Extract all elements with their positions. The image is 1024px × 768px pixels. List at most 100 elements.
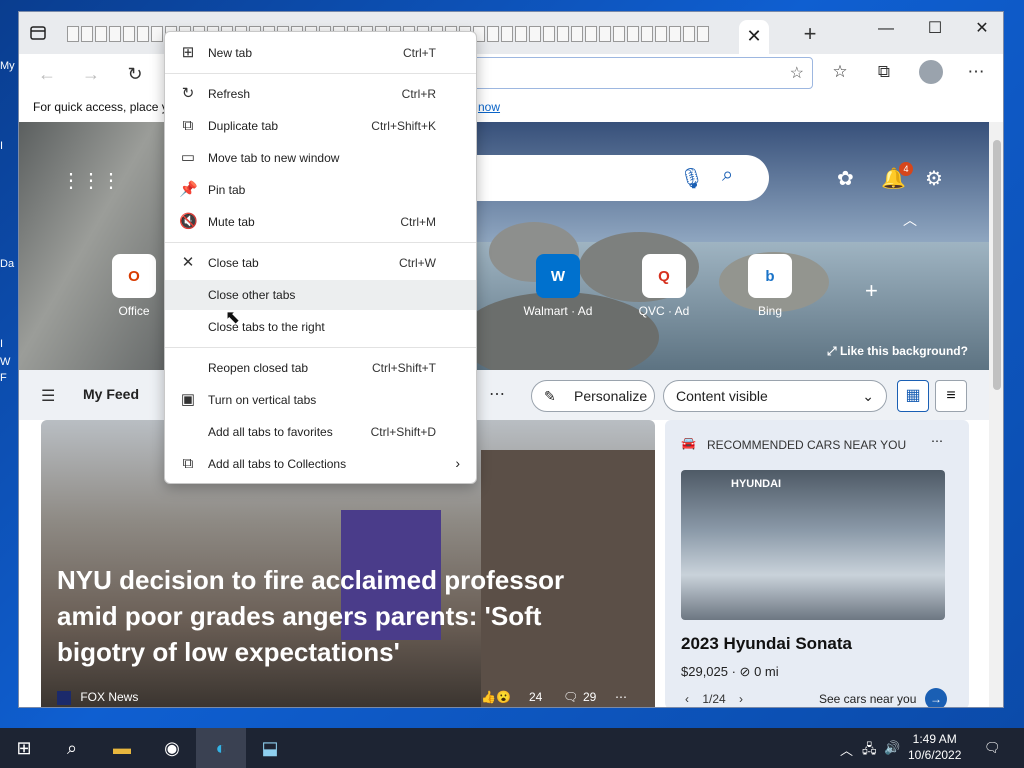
prev-arrow-icon[interactable]: ‹ [685, 692, 689, 706]
next-arrow-icon[interactable]: › [739, 692, 743, 706]
tab-favicon-icon[interactable] [585, 26, 597, 42]
back-button[interactable]: ← [35, 62, 59, 86]
news-source[interactable]: FOX News [80, 690, 138, 704]
menu-item-duplicate-tab[interactable]: ⧉ Duplicate tab Ctrl+Shift+K [165, 111, 476, 141]
search-icon[interactable]: ⌕ [722, 164, 733, 187]
menu-icon[interactable]: ☰ [41, 386, 55, 406]
tab-favicon-icon[interactable] [529, 26, 541, 42]
pager-count: 1/24 [702, 692, 726, 706]
more-options-icon[interactable]: ⋯ [489, 384, 505, 404]
scrollbar-thumb[interactable] [993, 140, 1001, 390]
tab-my-feed[interactable]: My Feed [83, 386, 139, 402]
personalize-button[interactable]: ✎ Personalize [531, 380, 655, 412]
tab-favicon-icon[interactable] [515, 26, 527, 42]
volume-icon[interactable]: 🔊 [884, 740, 900, 756]
menu-item-add-favorites[interactable]: Add all tabs to favorites Ctrl+Shift+D [165, 417, 476, 447]
car-recommendation-card[interactable]: 🚘 RECOMMENDED CARS NEAR YOU ⋯ HYUNDAI 20… [665, 420, 969, 707]
car-image[interactable]: HYUNDAI [681, 470, 945, 620]
rewards-icon[interactable]: ✿ [837, 166, 854, 191]
menu-item-close-tabs-right[interactable]: Close tabs to the right [165, 312, 476, 342]
clock[interactable]: 1:49 AM 10/6/2022 [908, 731, 961, 763]
menu-item-pin-tab[interactable]: 📌 Pin tab [165, 175, 476, 205]
quick-link-office[interactable]: O Office [99, 254, 169, 318]
menu-item-add-collections[interactable]: ⧉ Add all tabs to Collections › [165, 449, 476, 479]
microphone-icon[interactable]: 🎙 [679, 166, 704, 191]
quick-link-bing[interactable]: b Bing [735, 254, 805, 318]
card-more-icon[interactable]: ⋯ [615, 690, 627, 704]
like-background-link[interactable]: ⤢ Like this background? [827, 344, 968, 359]
tab-favicon-icon[interactable] [669, 26, 681, 42]
reactions-icon[interactable]: 👍😮 [481, 690, 511, 704]
car-model[interactable]: 2023 Hyundai Sonata [681, 634, 852, 654]
menu-item-close-tab[interactable]: ✕ Close tab Ctrl+W [165, 248, 476, 278]
tab-favicon-icon[interactable] [641, 26, 653, 42]
settings-more-icon[interactable]: ⋯ [963, 62, 989, 82]
tab-favicon-icon[interactable] [95, 26, 107, 42]
walmart-logo-icon: W [536, 254, 580, 298]
edge-icon[interactable]: ◐ [209, 736, 233, 760]
manage-favorites-link[interactable]: now [478, 100, 500, 114]
tab-favicon-icon[interactable] [81, 26, 93, 42]
menu-item-vertical-tabs[interactable]: ▣ Turn on vertical tabs [165, 385, 476, 415]
tab-favicon-icon[interactable] [571, 26, 583, 42]
tab-favicon-icon[interactable] [501, 26, 513, 42]
add-favorite-icon[interactable]: ☆ [790, 63, 804, 83]
tab-favicon-icon[interactable] [109, 26, 121, 42]
menu-item-move-tab[interactable]: ▭ Move tab to new window [165, 143, 476, 173]
tab-favicon-icon[interactable] [655, 26, 667, 42]
app-icon[interactable]: ⬓ [258, 736, 282, 760]
tab-favicon-icon[interactable] [683, 26, 695, 42]
refresh-button[interactable]: ↻ [123, 62, 147, 86]
maximize-button[interactable]: ☐ [912, 16, 958, 42]
tab-favicon-icon[interactable] [487, 26, 499, 42]
grid-layout-button[interactable]: ▦ [897, 380, 929, 412]
tab-favicon-icon[interactable] [151, 26, 163, 42]
menu-item-mute-tab[interactable]: 🔇 Mute tab Ctrl+M [165, 207, 476, 237]
tray-chevron-up-icon[interactable]: ︿ [840, 740, 853, 759]
tab-favicon-icon[interactable] [599, 26, 611, 42]
tab-favicon-icon[interactable] [543, 26, 555, 42]
arrow-right-icon[interactable]: → [925, 688, 947, 707]
car-card-more-icon[interactable]: ⋯ [931, 434, 943, 448]
search-icon[interactable]: ⌕ [60, 736, 84, 760]
menu-item-close-other-tabs[interactable]: Close other tabs [165, 280, 476, 310]
profile-avatar[interactable] [919, 60, 943, 84]
minimize-button[interactable]: — [863, 16, 909, 42]
menu-item-label: Mute tab [208, 215, 255, 229]
app-launcher-icon[interactable]: ⋮⋮⋮ [61, 168, 121, 193]
news-headline[interactable]: NYU decision to fire acclaimed professor… [57, 562, 617, 670]
menu-item-refresh[interactable]: ↻ Refresh Ctrl+R [165, 79, 476, 109]
quick-link-qvc[interactable]: Q QVC · Ad [629, 254, 699, 318]
tab-close-icon[interactable]: ✕ [743, 25, 765, 47]
web-search-box[interactable] [439, 155, 769, 201]
see-cars-link[interactable]: See cars near you [819, 692, 916, 706]
add-quick-link-icon[interactable]: + [865, 278, 878, 304]
file-explorer-icon[interactable]: ▬ [110, 736, 134, 760]
start-windows-icon[interactable]: ⊞ [12, 736, 36, 760]
notification-center-icon[interactable]: 🗨 [984, 740, 1001, 756]
menu-item-new-tab[interactable]: ⊞ New tab Ctrl+T [165, 38, 476, 68]
tab-favicon-icon[interactable] [557, 26, 569, 42]
quick-link-walmart[interactable]: W Walmart · Ad [523, 254, 593, 318]
comment-icon[interactable]: 🗨 [563, 690, 578, 704]
tab-favicon-icon[interactable] [697, 26, 709, 42]
new-tab-button[interactable]: + [799, 23, 821, 46]
tab-favicon-icon[interactable] [613, 26, 625, 42]
collections-icon[interactable]: ⧉ [871, 62, 897, 82]
chevron-up-icon[interactable]: ︿ [903, 210, 917, 230]
favorites-icon[interactable]: ☆ [827, 62, 853, 82]
forward-button[interactable]: → [79, 62, 103, 86]
tab-actions-icon[interactable] [29, 24, 47, 42]
content-visibility-select[interactable]: Content visible ⌄ [663, 380, 887, 412]
tab-favicon-icon[interactable] [137, 26, 149, 42]
tab-favicon-icon[interactable] [627, 26, 639, 42]
close-window-button[interactable]: ✕ [959, 16, 1003, 42]
page-settings-icon[interactable]: ⚙ [925, 166, 943, 191]
network-icon[interactable]: 🖧 [862, 740, 877, 762]
page-scrollbar[interactable] [989, 122, 1003, 707]
menu-item-reopen-closed-tab[interactable]: Reopen closed tab Ctrl+Shift+T [165, 353, 476, 383]
chrome-icon[interactable]: ◉ [160, 736, 184, 760]
tab-favicon-icon[interactable] [67, 26, 79, 42]
tab-favicon-icon[interactable] [123, 26, 135, 42]
list-layout-button[interactable]: ≡ [935, 380, 967, 412]
